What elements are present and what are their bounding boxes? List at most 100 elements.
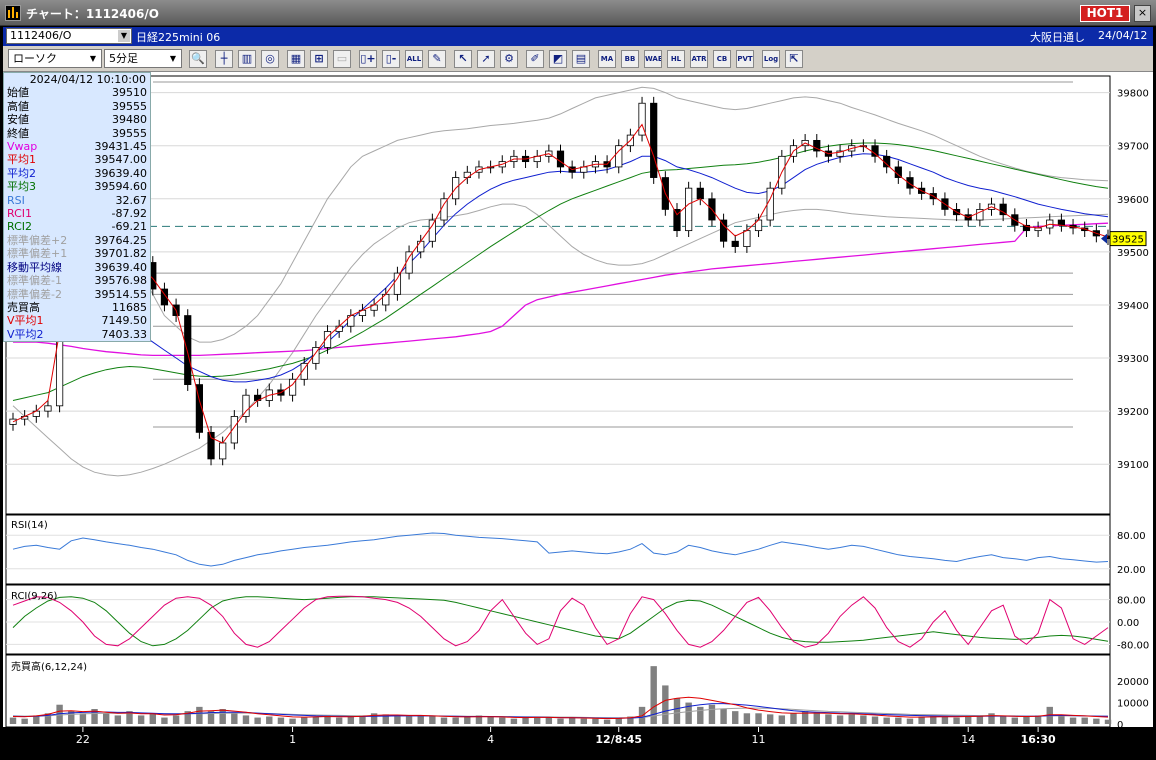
cursor-icon[interactable]: ↖	[454, 50, 472, 68]
info-value: 39514.55	[94, 287, 148, 301]
close-button[interactable]: ×	[1134, 5, 1151, 22]
instrument-name: 日経225mini 06	[136, 31, 221, 44]
indicator-log-button[interactable]: Log	[762, 50, 780, 68]
candle-plus-icon[interactable]: ▯+	[359, 50, 377, 68]
chart-type-select[interactable]: ローソク ▼	[8, 49, 102, 68]
export-icon[interactable]: ⇱	[785, 50, 803, 68]
info-label: 売買高	[7, 300, 40, 314]
y-tick-label: 39300	[1117, 354, 1149, 365]
indicator-atr-button[interactable]: ATR	[690, 50, 708, 68]
bar2-icon[interactable]: ▤	[572, 50, 590, 68]
crosshair-icon[interactable]: ┼	[215, 50, 233, 68]
volume-bar	[347, 716, 355, 724]
indicator-hl-button[interactable]: HL	[667, 50, 685, 68]
split-icon[interactable]: ⊞	[310, 50, 328, 68]
volume-bar	[708, 704, 716, 724]
interval-select[interactable]: 5分足 ▼	[104, 49, 182, 68]
chart-canvas[interactable]: 39800 39700 39600 39500 39400 39300 39200 39100…	[3, 72, 1153, 760]
volume-bar	[242, 715, 250, 724]
volume-bar	[335, 717, 343, 724]
button-label: ALL	[406, 55, 422, 63]
volume-bar	[266, 716, 273, 724]
arrow-icon: ➚	[481, 52, 491, 65]
candle-body	[405, 251, 413, 274]
bar-icon[interactable]: ▥	[238, 50, 256, 68]
volume-bar	[732, 711, 739, 724]
info-label: RCI2	[7, 220, 33, 234]
volume-bar	[603, 719, 611, 724]
button-label: ATR	[691, 55, 707, 63]
x-tick-label: 12/8:45	[595, 733, 642, 746]
indicator-ma-button[interactable]: MA	[598, 50, 616, 68]
chevron-down-icon[interactable]: ▼	[167, 51, 179, 66]
candle-minus-icon[interactable]: ▯-	[382, 50, 400, 68]
chevron-down-icon[interactable]: ▼	[87, 51, 99, 66]
info-row: 始値 39510	[4, 86, 150, 99]
info-label: 標準偏差-1	[7, 274, 62, 288]
tools-icon[interactable]: ⚙	[500, 50, 518, 68]
indicator-pvt-button[interactable]: PVT	[736, 50, 754, 68]
hot-button[interactable]: HOT1	[1080, 5, 1130, 22]
candle-body	[1057, 219, 1066, 226]
volume-bar	[137, 715, 145, 724]
grid-icon[interactable]: ▦	[287, 50, 305, 68]
volume-bar	[510, 718, 518, 724]
rci-panel-label: RCI(9,26)	[11, 591, 58, 602]
info-row: Vwap 39431.45	[4, 140, 150, 153]
info-label: Vwap	[7, 140, 38, 154]
volume-bar	[429, 716, 436, 724]
info-label: 安値	[7, 113, 29, 127]
volume-bar	[720, 709, 727, 724]
info-label: 平均1	[7, 153, 36, 167]
volume-bar	[79, 713, 87, 724]
brush-icon[interactable]: ✐	[526, 50, 544, 68]
lens-icon[interactable]: ◎	[261, 50, 279, 68]
button-label: MA	[600, 55, 614, 63]
info-row: 高値 39555	[4, 100, 150, 113]
volume-bar	[662, 685, 669, 724]
candle-body	[719, 219, 728, 242]
volume-tick-label: 20000	[1117, 677, 1149, 688]
candle-body	[871, 145, 879, 157]
volume-bar	[394, 715, 401, 724]
chevron-down-icon[interactable]: ▼	[118, 30, 130, 42]
indicator-wae-button[interactable]: WAE	[644, 50, 662, 68]
info-row: 標準偏差-1 39576.98	[4, 274, 150, 287]
y-tick-label: 39500	[1117, 248, 1149, 259]
volume-bar	[149, 713, 156, 724]
brush-icon: ✐	[530, 52, 540, 65]
symbol-code-text: 1112406/O	[10, 29, 72, 42]
y-tick-label: 39600	[1117, 195, 1149, 206]
grid-icon: ▦	[290, 52, 302, 65]
palette-icon[interactable]: ◩	[549, 50, 567, 68]
candle-body	[428, 219, 436, 242]
volume-bar	[848, 714, 855, 724]
info-value: 7403.33	[101, 327, 148, 341]
ruler-icon[interactable]: ▭	[333, 50, 351, 68]
indicator-bb-button[interactable]: BB	[621, 50, 639, 68]
export-icon: ⇱	[789, 52, 799, 65]
candle-body	[743, 230, 751, 247]
chart-area[interactable]: 39800 39700 39600 39500 39400 39300 39200 39100…	[3, 72, 1153, 760]
volume-bar	[440, 717, 448, 724]
info-label: RCI1	[7, 207, 33, 221]
info-value: 39480	[112, 113, 147, 127]
candle-body	[219, 442, 227, 460]
volume-bar	[755, 713, 762, 724]
symbol-code-input[interactable]: 1112406/O ▼	[6, 28, 132, 44]
volume-bar	[114, 715, 122, 724]
info-row: RSI 32.67	[4, 194, 150, 207]
arrow-icon[interactable]: ➚	[477, 50, 495, 68]
indicator-all-button[interactable]: ALL	[405, 50, 423, 68]
y-tick-label: 39700	[1117, 142, 1149, 153]
pen-icon: ✎	[432, 52, 442, 65]
volume-bar	[906, 718, 914, 724]
volume-bar	[231, 713, 238, 724]
pen-icon[interactable]: ✎	[428, 50, 446, 68]
volume-bar	[1011, 717, 1019, 724]
volume-bar	[172, 715, 180, 724]
volume-tick-label: 0	[1117, 720, 1123, 731]
indicator-cb-button[interactable]: CB	[713, 50, 731, 68]
volume-bar	[778, 715, 786, 724]
zoom-icon[interactable]: 🔍	[189, 50, 207, 68]
